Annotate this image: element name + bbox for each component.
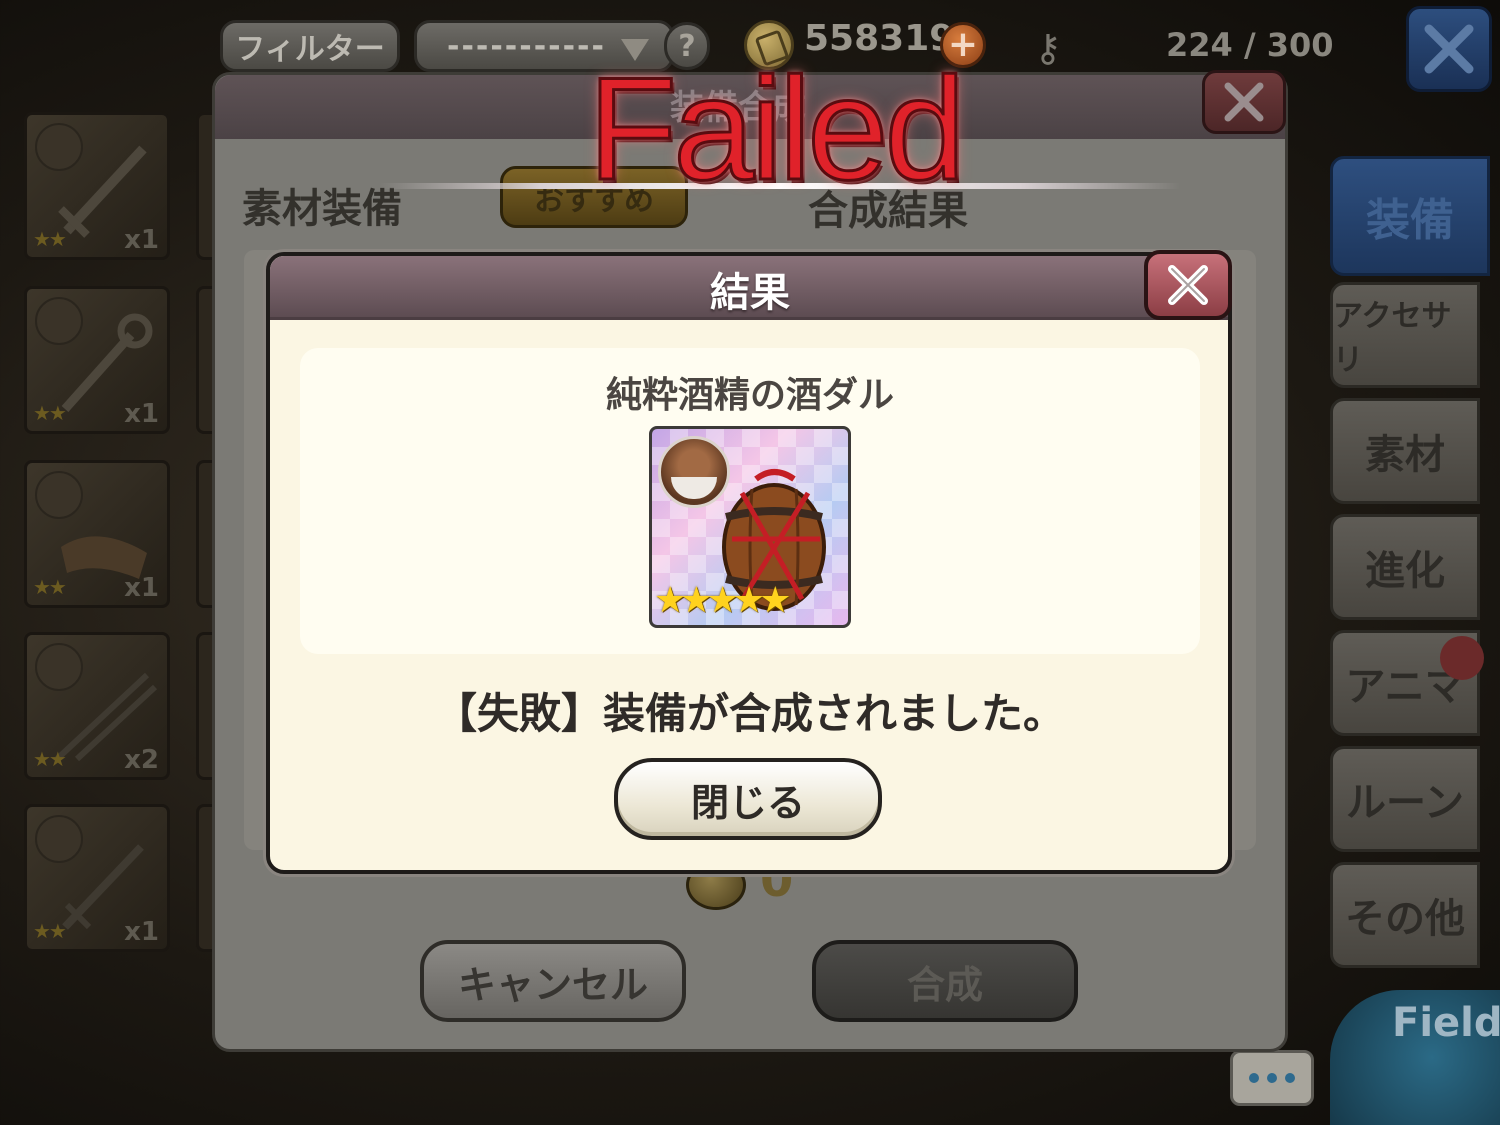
rarity-stars: ★★ [33, 919, 67, 943]
synthesis-close-button[interactable] [1202, 70, 1286, 134]
inventory-slot[interactable]: ★★ x1 [24, 112, 170, 260]
chat-button[interactable] [1230, 1050, 1314, 1106]
rarity-stars: ★★ [33, 747, 67, 771]
inventory-count: 224 / 300 [1166, 26, 1334, 64]
tab-accessory[interactable]: アクセサリ [1330, 282, 1480, 388]
rarity-stars: ★★ [33, 401, 67, 425]
character-portrait-icon [658, 436, 730, 508]
failed-banner-text: Failed [587, 47, 968, 210]
tab-other[interactable]: その他 [1330, 862, 1480, 968]
close-icon [1224, 82, 1264, 122]
tab-material[interactable]: 素材 [1330, 398, 1480, 504]
top-close-button[interactable] [1406, 6, 1492, 92]
item-quantity: x2 [124, 745, 159, 775]
tab-evolve[interactable]: 進化 [1330, 514, 1480, 620]
inventory-slot[interactable]: ★★ x1 [24, 460, 170, 608]
inventory-slot[interactable]: ★★ x1 [24, 286, 170, 434]
tab-rune[interactable]: ルーン [1330, 746, 1480, 852]
result-modal-title: 結果 [710, 270, 790, 316]
close-icon [1168, 265, 1208, 305]
result-message: 【失敗】装備が合成されました。 [434, 689, 1065, 738]
field-label: Field [1392, 1000, 1500, 1046]
rarity-stars: ★★ [33, 575, 67, 599]
cancel-button[interactable]: キャンセル [420, 940, 686, 1022]
inventory-slot[interactable]: ★★ x1 [24, 804, 170, 952]
item-name: 純粋酒精の酒ダル [605, 375, 894, 416]
rarity-stars: ★★★★★ [654, 580, 791, 621]
close-button[interactable]: 閉じる [614, 758, 882, 840]
result-close-button[interactable] [1144, 250, 1232, 320]
inventory-slot[interactable]: ★★ x2 [24, 632, 170, 780]
item-quantity: x1 [124, 225, 159, 255]
filter-button[interactable]: フィルター [220, 20, 400, 72]
dot-icon [1249, 1073, 1259, 1083]
close-icon [1424, 24, 1474, 74]
compose-button[interactable]: 合成 [812, 940, 1078, 1022]
notification-badge [1440, 636, 1484, 680]
item-quantity: x1 [124, 917, 159, 947]
filter-label: フィルター [235, 32, 385, 67]
material-equipment-label: 素材装備 [242, 186, 402, 232]
dot-icon [1285, 1073, 1295, 1083]
item-quantity: x1 [124, 573, 159, 603]
key-icon: ⚷ [1034, 26, 1062, 70]
dot-icon [1267, 1073, 1277, 1083]
rarity-stars: ★★ [33, 227, 67, 251]
tab-equipment[interactable]: 装備 [1330, 156, 1490, 276]
filter-value: ----------- [447, 28, 606, 64]
item-quantity: x1 [124, 399, 159, 429]
